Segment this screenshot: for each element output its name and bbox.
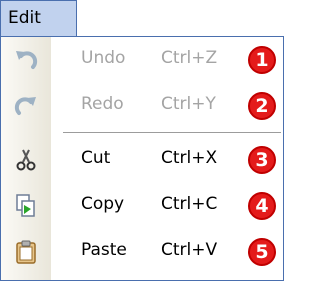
menu-bar: Edit	[0, 0, 284, 36]
cut-icon	[13, 147, 39, 173]
menu-item-undo[interactable]: Undo Ctrl+Z 1	[1, 37, 283, 83]
undo-icon	[13, 47, 39, 73]
menu-item-label: Undo	[81, 48, 126, 68]
menu-item-copy[interactable]: Copy Ctrl+C 4	[1, 183, 283, 229]
menu-item-paste[interactable]: Paste Ctrl+V 5	[1, 229, 283, 275]
menu-item-label: Cut	[81, 148, 111, 168]
menu-item-shortcut: Ctrl+Y	[161, 94, 216, 114]
number-badge: 5	[248, 238, 276, 266]
edit-menu-title[interactable]: Edit	[0, 0, 77, 36]
edit-menu-dropdown: Undo Ctrl+Z 1 Redo Ctrl+Y 2 Cut Ctrl+X 3	[0, 36, 284, 281]
menu-item-label: Paste	[81, 240, 127, 260]
menu-item-shortcut: Ctrl+C	[161, 194, 218, 214]
copy-icon	[13, 193, 39, 219]
menu-separator	[63, 132, 281, 133]
menu-item-label: Copy	[81, 194, 125, 214]
paste-icon	[13, 239, 39, 265]
number-badge: 3	[248, 146, 276, 174]
menu-item-cut[interactable]: Cut Ctrl+X 3	[1, 137, 283, 183]
redo-icon	[13, 93, 39, 119]
number-badge: 2	[248, 92, 276, 120]
menu-item-shortcut: Ctrl+X	[161, 148, 218, 168]
number-badge: 1	[248, 46, 276, 74]
menu-item-redo[interactable]: Redo Ctrl+Y 2	[1, 83, 283, 129]
menu-item-label: Redo	[81, 94, 124, 114]
menu-item-shortcut: Ctrl+V	[161, 240, 218, 260]
menu-item-shortcut: Ctrl+Z	[161, 48, 218, 68]
number-badge: 4	[248, 192, 276, 220]
